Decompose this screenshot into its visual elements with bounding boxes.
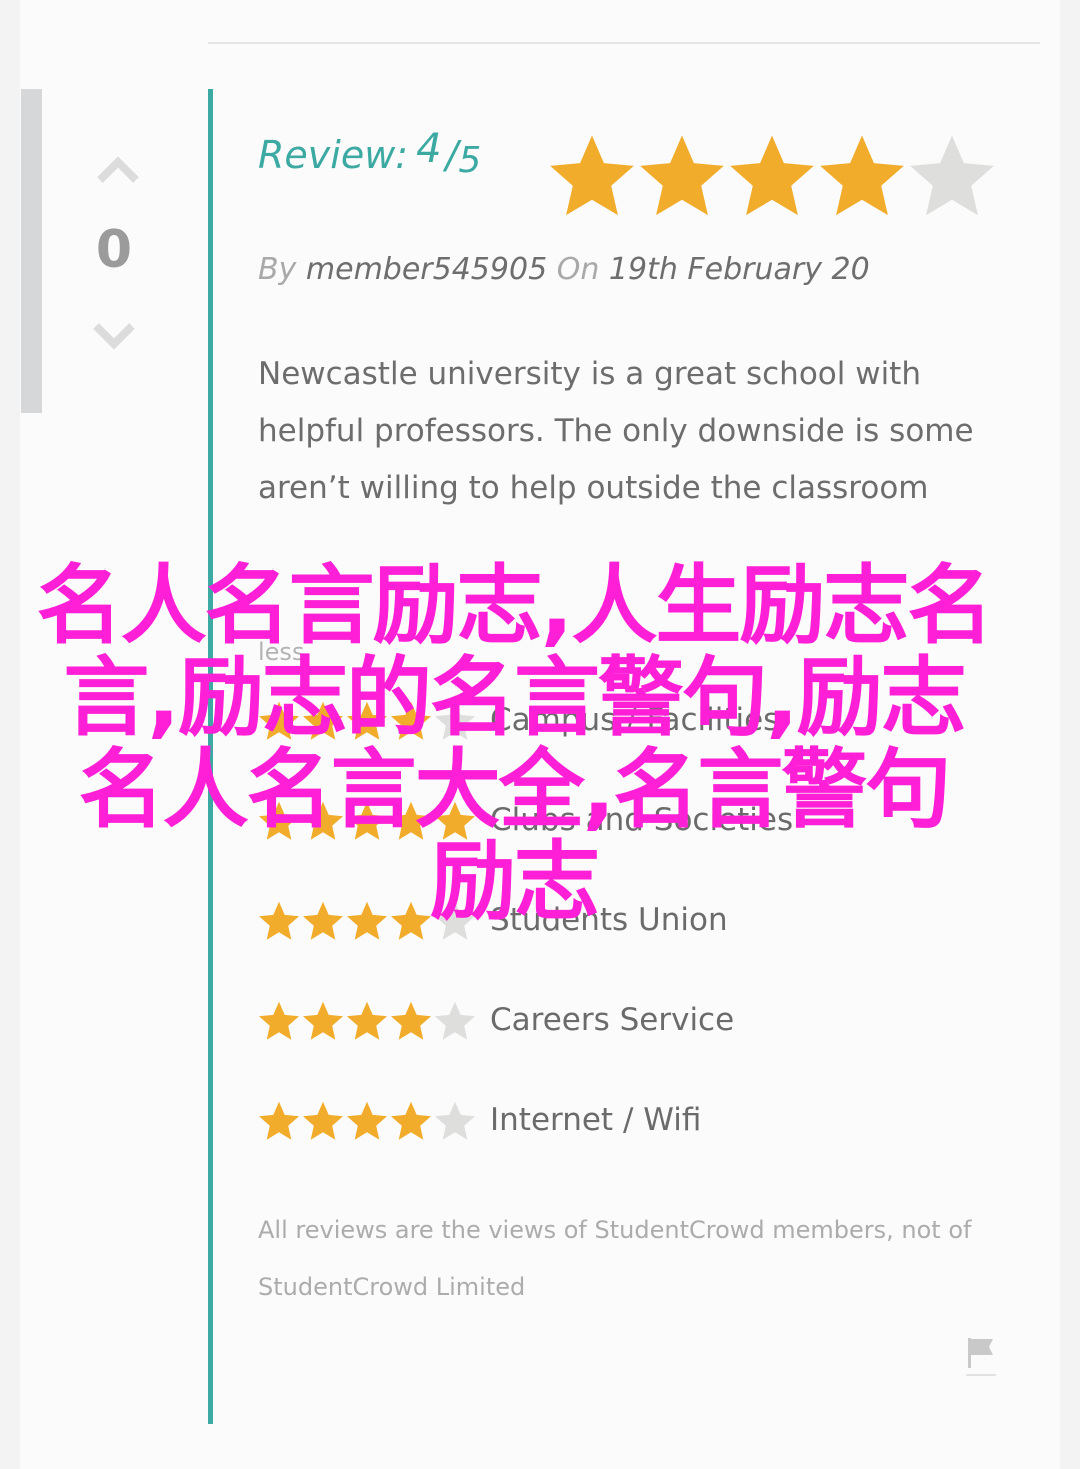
star-filled-icon xyxy=(259,1101,299,1140)
star-filled-icon xyxy=(347,901,387,940)
accent-line xyxy=(208,89,213,1424)
star-filled-icon xyxy=(550,135,634,216)
vote-bar xyxy=(21,89,42,413)
category-star-rating xyxy=(259,1101,475,1140)
review-body: Newcastle university is a great school w… xyxy=(258,356,974,506)
star-filled-icon xyxy=(303,701,343,740)
review-page: 0 Review: 4/5 By member545905 On 19th Feb… xyxy=(0,0,1080,1469)
star-filled-icon xyxy=(391,901,431,940)
review-author[interactable]: member545905 xyxy=(306,252,547,287)
chevron-down-icon xyxy=(93,323,135,350)
star-filled-icon xyxy=(259,801,299,840)
star-filled-icon xyxy=(347,1001,387,1040)
star-filled-icon xyxy=(391,1101,431,1140)
star-filled-icon xyxy=(347,701,387,740)
star-filled-icon xyxy=(730,135,814,216)
star-filled-icon xyxy=(820,135,904,216)
review-byline: By member545905 On 19th February 20 xyxy=(258,252,870,287)
review-score: Review: 4/5 xyxy=(258,126,482,202)
category-label: Students Union xyxy=(490,902,728,938)
less-link[interactable]: less xyxy=(258,638,304,666)
category-label: Careers Service xyxy=(490,1002,735,1038)
star-empty-icon xyxy=(435,901,475,940)
review-score-slash: / xyxy=(445,133,459,177)
report-button[interactable] xyxy=(964,1334,996,1378)
category-label: Clubs and Societies xyxy=(490,802,794,838)
top-divider xyxy=(208,42,1040,44)
category-star-rating xyxy=(259,1001,475,1040)
star-filled-icon xyxy=(435,801,475,840)
star-filled-icon xyxy=(303,1101,343,1140)
review-score-value: 4 xyxy=(416,126,442,172)
category-label: Campus / Facilities xyxy=(490,702,780,738)
by-word: By xyxy=(258,252,297,287)
star-empty-icon xyxy=(435,1001,475,1040)
overall-star-rating xyxy=(550,135,994,216)
review-date: 19th February 20 xyxy=(608,252,870,287)
star-filled-icon xyxy=(347,1101,387,1140)
star-filled-icon xyxy=(259,701,299,740)
star-filled-icon xyxy=(303,1001,343,1040)
star-filled-icon xyxy=(303,801,343,840)
star-filled-icon xyxy=(391,1001,431,1040)
category-star-rating xyxy=(259,801,475,840)
category-star-rating xyxy=(259,701,475,740)
downvote-button[interactable] xyxy=(92,316,136,356)
star-filled-icon xyxy=(391,801,431,840)
category-star-rating xyxy=(259,901,475,940)
disclaimer: All reviews are the views of StudentCrow… xyxy=(258,1216,972,1301)
star-filled-icon xyxy=(347,801,387,840)
star-filled-icon xyxy=(640,135,724,216)
review-score-max: 5 xyxy=(458,140,482,181)
star-filled-icon xyxy=(391,701,431,740)
star-filled-icon xyxy=(303,901,343,940)
chevron-up-icon xyxy=(97,156,139,183)
on-word: On xyxy=(556,252,600,287)
flag-icon xyxy=(966,1338,996,1376)
category-label: Internet / Wifi xyxy=(490,1102,702,1138)
star-empty-icon xyxy=(435,701,475,740)
vote-count: 0 xyxy=(95,220,133,280)
review-label: Review: xyxy=(258,133,409,177)
star-empty-icon xyxy=(910,135,994,216)
star-empty-icon xyxy=(435,1101,475,1140)
star-filled-icon xyxy=(259,1001,299,1040)
star-filled-icon xyxy=(259,901,299,940)
upvote-button[interactable] xyxy=(96,150,140,190)
